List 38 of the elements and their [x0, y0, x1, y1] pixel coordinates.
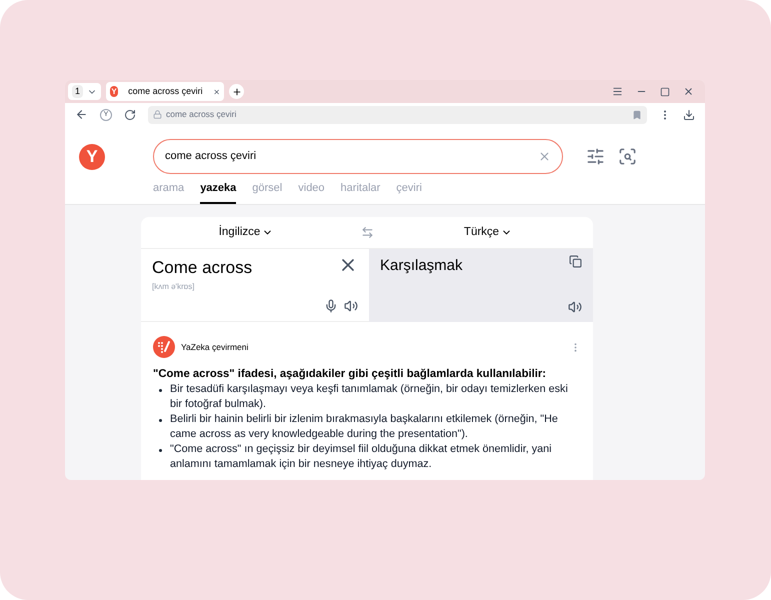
source-language[interactable]: İngilizce	[141, 224, 351, 242]
source-name: YaZeka çevirmeni	[181, 340, 250, 354]
new-tab-button[interactable]	[229, 84, 244, 99]
transcription: [kʌm ə'krɒs]	[152, 280, 196, 292]
yazeka-logo-icon	[153, 336, 175, 358]
answer-list-item: "Come across" ın geçişsiz bir deyimsel fiil olduğuna dikkat etmek önemlidir, yani anlamını tamamlamak için bir nesneye ihtiyaç duymaz.	[170, 442, 553, 472]
answer-list-item: Bir tesadüfi karşılaşmayı veya keşfi tanımlamak (örneğin, bir odayı temizlerken eski bir fotoğraf bulmak).	[170, 382, 569, 412]
answer-heading: "Come across" ifadesi, aşağıdakiler gibi çeşitli bağlamlarda kullanılabilir:	[153, 367, 548, 382]
browser-tab[interactable]: Y come across çeviri	[106, 82, 224, 101]
source-text: Come across	[152, 257, 254, 279]
favicon: Y	[110, 86, 118, 97]
tab-title: come across çeviri	[128, 84, 203, 98]
logo[interactable]: Y	[79, 144, 105, 170]
bullet-icon	[159, 389, 162, 392]
swap-icon[interactable]	[360, 226, 374, 239]
lock-icon	[153, 110, 162, 119]
menu-icon[interactable]	[612, 86, 623, 97]
bullet-icon	[159, 419, 162, 422]
search-tab[interactable]: yazeka	[200, 180, 236, 204]
address-bar[interactable]: come across çeviri	[148, 106, 647, 124]
maximize-icon[interactable]	[660, 86, 670, 96]
camera-icon[interactable]	[618, 147, 637, 166]
speaker-icon[interactable]	[568, 300, 582, 314]
copy-icon[interactable]	[569, 255, 582, 268]
settings-icon[interactable]	[586, 147, 605, 166]
answer-list-item: Belirli bir hainin belirli bir izlenim bırakmasıyla başkalarını etkilemek (örneğin, "He came across as very knowledgeable during the presentation").	[170, 412, 559, 442]
target-language[interactable]: Türkçe	[383, 224, 593, 242]
bullet-icon	[159, 449, 162, 452]
tab-counter[interactable]: 1	[68, 83, 102, 100]
speaker-icon[interactable]	[344, 299, 358, 313]
close-icon[interactable]	[683, 86, 694, 97]
download-icon[interactable]	[683, 108, 695, 120]
reload-icon[interactable]	[124, 108, 136, 120]
back-icon[interactable]	[75, 108, 88, 121]
plus-icon	[232, 86, 242, 96]
translation-text: Karşılaşmak	[380, 256, 464, 276]
microphone-icon[interactable]	[324, 299, 338, 313]
search-field[interactable]: come across çeviri	[153, 139, 563, 174]
